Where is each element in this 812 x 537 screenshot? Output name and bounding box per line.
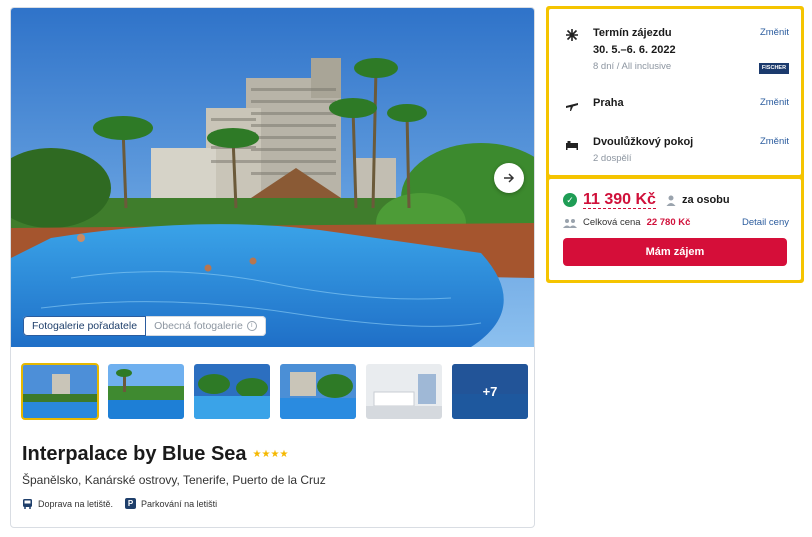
total-price: 22 780 Kč bbox=[646, 217, 691, 228]
tab-organizer-gallery[interactable]: Fotogalerie pořadatele bbox=[23, 316, 147, 336]
amenity-transfer: Doprava na letiště. bbox=[22, 498, 113, 509]
tab-label: Fotogalerie pořadatele bbox=[32, 320, 138, 332]
trip-dates: 30. 5.–6. 6. 2022 bbox=[593, 44, 676, 56]
bus-icon bbox=[23, 499, 32, 509]
trip-term-label: Termín zájezdu bbox=[593, 27, 672, 39]
organizer-logo: FISCHER bbox=[759, 63, 789, 74]
arrow-right-icon bbox=[504, 173, 515, 183]
star-rating: ★★★★ bbox=[252, 449, 289, 460]
more-photos-count: +7 bbox=[452, 364, 528, 419]
tab-general-gallery[interactable]: Obecná fotogalerie i bbox=[146, 316, 266, 336]
thumbnail[interactable] bbox=[21, 363, 99, 420]
airplane-icon bbox=[566, 103, 578, 111]
info-icon: i bbox=[246, 321, 257, 331]
thumbnail-strip: +7 bbox=[21, 363, 528, 420]
trip-details: Termín zájezdu 30. 5.–6. 6. 2022 8 dní /… bbox=[549, 9, 801, 175]
interest-button[interactable]: Mám zájem bbox=[563, 238, 787, 266]
check-icon: ✓ bbox=[563, 193, 577, 207]
hotel-location: Španělsko, Kanárské ostrovy, Tenerife, P… bbox=[22, 473, 326, 487]
parking-icon: P bbox=[125, 498, 137, 509]
thumbnail[interactable] bbox=[280, 364, 356, 419]
amenities: Doprava na letiště. P Parkování na letiš… bbox=[22, 498, 217, 509]
tab-label: Obecná fotogalerie bbox=[154, 320, 243, 332]
thumbnail[interactable] bbox=[194, 364, 270, 419]
hero-photo[interactable]: Fotogalerie pořadatele Obecná fotogaleri… bbox=[11, 8, 534, 347]
total-row: Celková cena 22 780 Kč Detail ceny bbox=[563, 217, 789, 228]
thumbnail[interactable] bbox=[366, 364, 442, 419]
price-per-person[interactable]: 11 390 Kč bbox=[583, 191, 656, 209]
per-person-label: za osobu bbox=[681, 194, 730, 206]
amenity-label: Doprava na letiště. bbox=[38, 498, 114, 509]
price-summary: ✓ 11 390 Kč za osobu Celková cena 22 780… bbox=[549, 179, 801, 280]
booking-panel: Termín zájezdu 30. 5.–6. 6. 2022 8 dní /… bbox=[546, 6, 804, 283]
thumbnail-more[interactable]: +7 bbox=[452, 364, 528, 419]
amenity-parking: P Parkování na letišti bbox=[125, 498, 217, 509]
hotel-title: Interpalace by Blue Sea ★★★★ bbox=[22, 443, 288, 466]
total-label: Celková cena bbox=[583, 217, 641, 228]
hotel-card: Fotogalerie pořadatele Obecná fotogaleri… bbox=[10, 7, 535, 528]
change-departure-link[interactable]: Změnit bbox=[760, 97, 789, 108]
gallery-tabs: Fotogalerie pořadatele Obecná fotogaleri… bbox=[23, 316, 266, 336]
departure-city: Praha bbox=[593, 97, 624, 109]
change-term-link[interactable]: Změnit bbox=[760, 27, 789, 38]
sun-palm-icon bbox=[566, 29, 578, 41]
trip-duration: 8 dní / All inclusive bbox=[593, 61, 672, 72]
guests: 2 dospělí bbox=[593, 153, 632, 164]
person-icon bbox=[666, 195, 676, 206]
group-icon bbox=[563, 218, 577, 228]
amenity-label: Parkování na letišti bbox=[141, 498, 218, 509]
next-photo-button[interactable] bbox=[494, 163, 524, 193]
thumbnail[interactable] bbox=[108, 364, 184, 419]
hotel-pool-image bbox=[11, 8, 534, 347]
hotel-name: Interpalace by Blue Sea bbox=[22, 443, 247, 465]
change-room-link[interactable]: Změnit bbox=[760, 136, 789, 147]
price-detail-link[interactable]: Detail ceny bbox=[742, 217, 789, 228]
price-row: ✓ 11 390 Kč za osobu bbox=[563, 191, 730, 209]
room-type: Dvoulůžkový pokoj bbox=[593, 136, 694, 148]
bed-icon bbox=[566, 141, 578, 150]
